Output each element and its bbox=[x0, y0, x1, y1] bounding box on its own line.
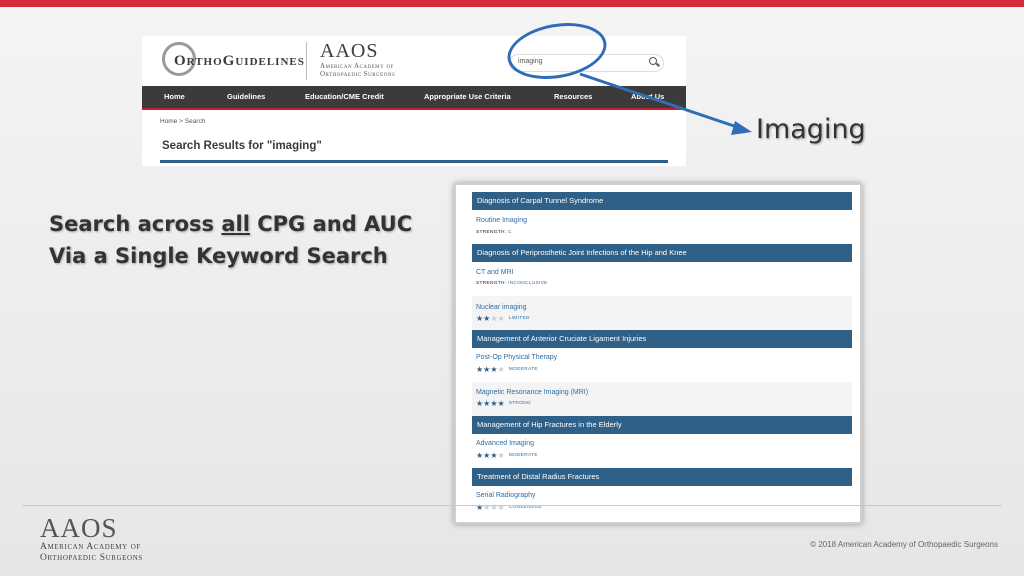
rating-stars: ★★★★ STRONG bbox=[476, 400, 531, 408]
result-item[interactable]: CT and MRI STRENGTH: INCONCLUSIVE bbox=[472, 262, 852, 296]
nav-resources[interactable]: Resources bbox=[554, 86, 592, 108]
result-item[interactable]: Post-Op Physical Therapy ★★★★ MODERATE bbox=[472, 348, 852, 382]
result-link[interactable]: Advanced Imaging bbox=[476, 440, 534, 447]
aaos-line2: Orthopaedic Surgeons bbox=[320, 70, 396, 78]
nav-education[interactable]: Education/CME Credit bbox=[305, 86, 384, 108]
headline-line1: Search across all CPG and AUC bbox=[49, 212, 413, 236]
nav-auc[interactable]: Appropriate Use Criteria bbox=[424, 86, 511, 108]
result-link[interactable]: Nuclear imaging bbox=[476, 304, 527, 311]
star-icon: ★ bbox=[497, 314, 505, 324]
footer-divider bbox=[22, 505, 1002, 506]
footer-logo-line1: American Academy of bbox=[40, 542, 141, 552]
logo-divider bbox=[306, 42, 307, 80]
slide-headline: Search across all CPG and AUC Via a Sing… bbox=[49, 208, 412, 272]
strength-level: MODERATE bbox=[508, 453, 538, 458]
section-header[interactable]: Diagnosis of Carpal Tunnel Syndrome bbox=[472, 192, 852, 210]
star-icon: ★ bbox=[490, 365, 498, 375]
strength-level: STRONG bbox=[508, 401, 532, 406]
strength-text: STRENGTH: INCONCLUSIVE bbox=[476, 281, 548, 286]
result-link[interactable]: Serial Radiography bbox=[476, 492, 536, 499]
star-icon: ★ bbox=[490, 451, 498, 461]
orthoguidelines-logo[interactable]: OrthoGuidelines bbox=[162, 42, 304, 80]
result-item[interactable]: Nuclear imaging ★★★★ LIMITED bbox=[472, 296, 852, 330]
search-results-panel: Diagnosis of Carpal Tunnel Syndrome Rout… bbox=[454, 183, 862, 524]
strength-text: STRENGTH: C bbox=[476, 230, 512, 235]
nav-about[interactable]: About Us bbox=[631, 86, 664, 108]
strength-level: MODERATE bbox=[508, 367, 538, 372]
star-icon: ★ bbox=[497, 365, 505, 375]
section-header[interactable]: Management of Anterior Cruciate Ligament… bbox=[472, 330, 852, 348]
website-screenshot: OrthoGuidelines AAOS American Academy of… bbox=[142, 36, 686, 166]
rating-stars: ★★★★ MODERATE bbox=[476, 452, 538, 460]
result-item[interactable]: Magnetic Resonance Imaging (MRI) ★★★★ STR… bbox=[472, 382, 852, 416]
copyright-text: © 2018 American Academy of Orthopaedic S… bbox=[810, 540, 998, 549]
strength-level: LIMITED bbox=[508, 316, 530, 321]
breadcrumb[interactable]: Home > Search bbox=[160, 118, 205, 125]
search-icon[interactable] bbox=[649, 57, 657, 65]
rating-stars: ★★★★ LIMITED bbox=[476, 315, 530, 323]
result-link[interactable]: Post-Op Physical Therapy bbox=[476, 354, 557, 361]
nav-guidelines[interactable]: Guidelines bbox=[227, 86, 265, 108]
logo-text: OrthoGuidelines bbox=[174, 52, 305, 69]
headline-line2: Via a Single Keyword Search bbox=[49, 244, 388, 268]
star-icon: ★ bbox=[490, 399, 498, 409]
result-link[interactable]: Routine Imaging bbox=[476, 217, 527, 224]
result-link[interactable]: Magnetic Resonance Imaging (MRI) bbox=[476, 389, 588, 396]
main-nav: Home Guidelines Education/CME Credit App… bbox=[142, 86, 686, 110]
result-item[interactable]: Serial Radiography ★★★★ CONSENSUS bbox=[472, 486, 852, 520]
section-header[interactable]: Diagnosis of Periprosthetic Joint Infect… bbox=[472, 244, 852, 262]
star-icon: ★ bbox=[497, 399, 505, 409]
aaos-line1: American Academy of bbox=[320, 62, 394, 70]
top-accent-bar bbox=[0, 0, 1024, 7]
aaos-header-logo[interactable]: AAOS American Academy of Orthopaedic Sur… bbox=[320, 40, 395, 78]
star-icon: ★ bbox=[490, 314, 498, 324]
result-item[interactable]: Advanced Imaging ★★★★ MODERATE bbox=[472, 434, 852, 468]
rating-stars: ★★★★ MODERATE bbox=[476, 366, 538, 374]
results-divider bbox=[160, 160, 668, 163]
result-item[interactable]: Routine Imaging STRENGTH: C bbox=[472, 210, 852, 244]
results-title: Search Results for "imaging" bbox=[162, 140, 322, 152]
footer-logo-line2: Orthopaedic Surgeons bbox=[40, 553, 143, 563]
callout-label: Imaging bbox=[756, 114, 866, 145]
aaos-footer-logo: AAOS American Academy of Orthopaedic Sur… bbox=[40, 514, 143, 564]
star-icon: ★ bbox=[497, 451, 505, 461]
nav-home[interactable]: Home bbox=[164, 86, 185, 108]
aaos-wordmark: AAOS bbox=[320, 40, 379, 62]
section-header[interactable]: Management of Hip Fractures in the Elder… bbox=[472, 416, 852, 434]
aaos-wordmark: AAOS bbox=[40, 513, 118, 543]
section-header[interactable]: Treatment of Distal Radius Fractures bbox=[472, 468, 852, 486]
result-link[interactable]: CT and MRI bbox=[476, 269, 514, 276]
